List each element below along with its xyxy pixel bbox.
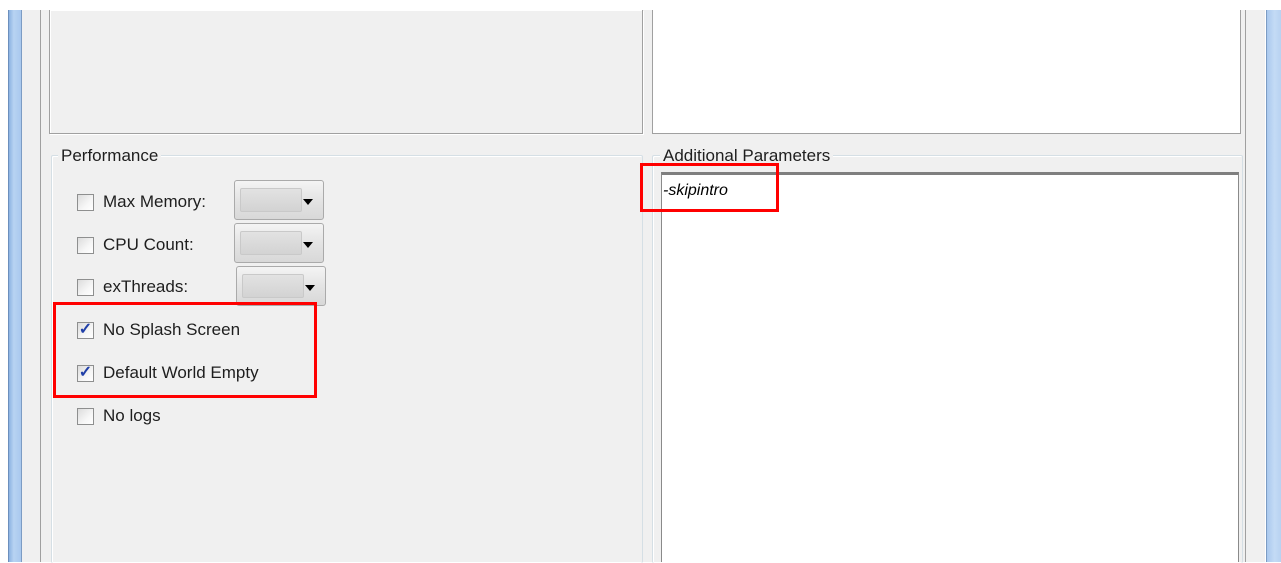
max-memory-checkbox[interactable] — [77, 193, 94, 211]
cpu-count-label: CPU Count: — [103, 235, 194, 254]
no-logs-checkbox[interactable] — [77, 407, 94, 425]
cpu-count-option[interactable]: CPU Count: — [77, 235, 194, 255]
max-memory-option[interactable]: Max Memory: — [77, 192, 206, 212]
chevron-down-icon — [305, 285, 315, 291]
exthreads-checkbox[interactable] — [77, 278, 94, 296]
chevron-down-icon — [303, 199, 313, 205]
upper-left-panel — [49, 10, 643, 134]
exthreads-dropdown-value — [242, 274, 304, 298]
max-memory-dropdown[interactable] — [234, 180, 324, 220]
performance-group-title: Performance — [58, 147, 162, 165]
no-logs-label: No logs — [103, 406, 161, 425]
max-memory-dropdown-value — [240, 188, 302, 212]
no-logs-option[interactable]: No logs — [77, 406, 161, 426]
max-memory-label: Max Memory: — [103, 192, 206, 211]
highlight-box-checkboxes — [53, 302, 317, 398]
cpu-count-dropdown-value — [240, 231, 302, 255]
highlight-box-parameters — [640, 163, 779, 212]
window-border-right — [1266, 10, 1281, 562]
additional-parameters-textarea[interactable] — [661, 172, 1239, 562]
exthreads-option[interactable]: exThreads: — [77, 277, 188, 297]
cpu-count-checkbox[interactable] — [77, 236, 94, 254]
cpu-count-dropdown[interactable] — [234, 223, 324, 263]
upper-right-panel — [652, 10, 1241, 134]
chevron-down-icon — [303, 242, 313, 248]
exthreads-dropdown[interactable] — [236, 266, 326, 306]
exthreads-label: exThreads: — [103, 277, 189, 296]
window-border-left — [8, 10, 22, 562]
